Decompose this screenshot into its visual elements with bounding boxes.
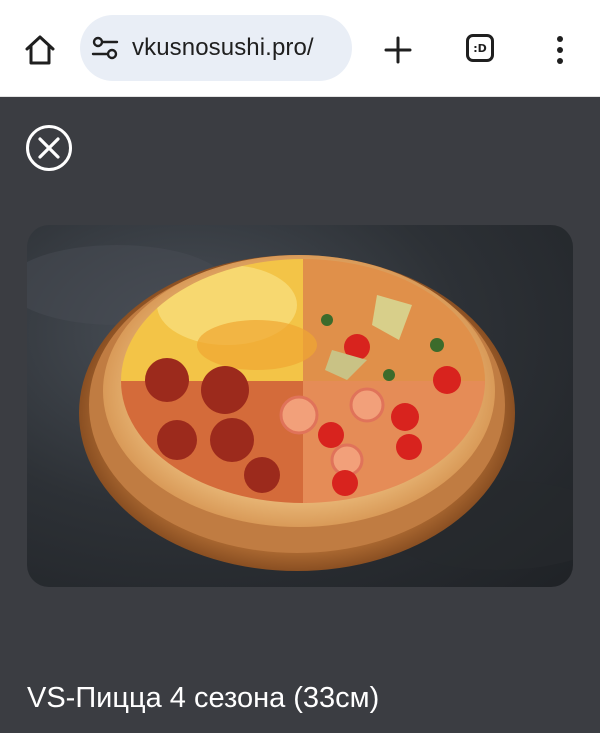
tabs-icon: :D: [466, 34, 494, 62]
url-text: vkusnosushi.pro/: [132, 34, 314, 61]
more-vert-icon-dot: [557, 58, 563, 64]
close-circle-icon: [26, 125, 72, 171]
address-bar[interactable]: vkusnosushi.pro/: [80, 15, 352, 81]
more-vert-icon: [557, 36, 563, 42]
plus-icon: [384, 36, 412, 64]
site-settings-icon: [91, 36, 119, 60]
tab-switcher-button[interactable]: :D: [462, 30, 498, 66]
site-settings-button[interactable]: [90, 33, 120, 63]
new-tab-button[interactable]: [378, 30, 418, 70]
product-title: VS-Пицца 4 сезона (33см): [27, 682, 380, 714]
product-image: [27, 225, 573, 587]
more-vert-icon-dot: [557, 47, 563, 53]
tabs-count-label: :D: [473, 41, 487, 55]
close-button[interactable]: [25, 124, 73, 172]
browser-toolbar: vkusnosushi.pro/ :D: [0, 0, 600, 97]
pizza-illustration: [27, 245, 573, 571]
more-menu-button[interactable]: [544, 30, 576, 70]
home-icon: [25, 35, 55, 65]
home-button[interactable]: [20, 30, 60, 70]
